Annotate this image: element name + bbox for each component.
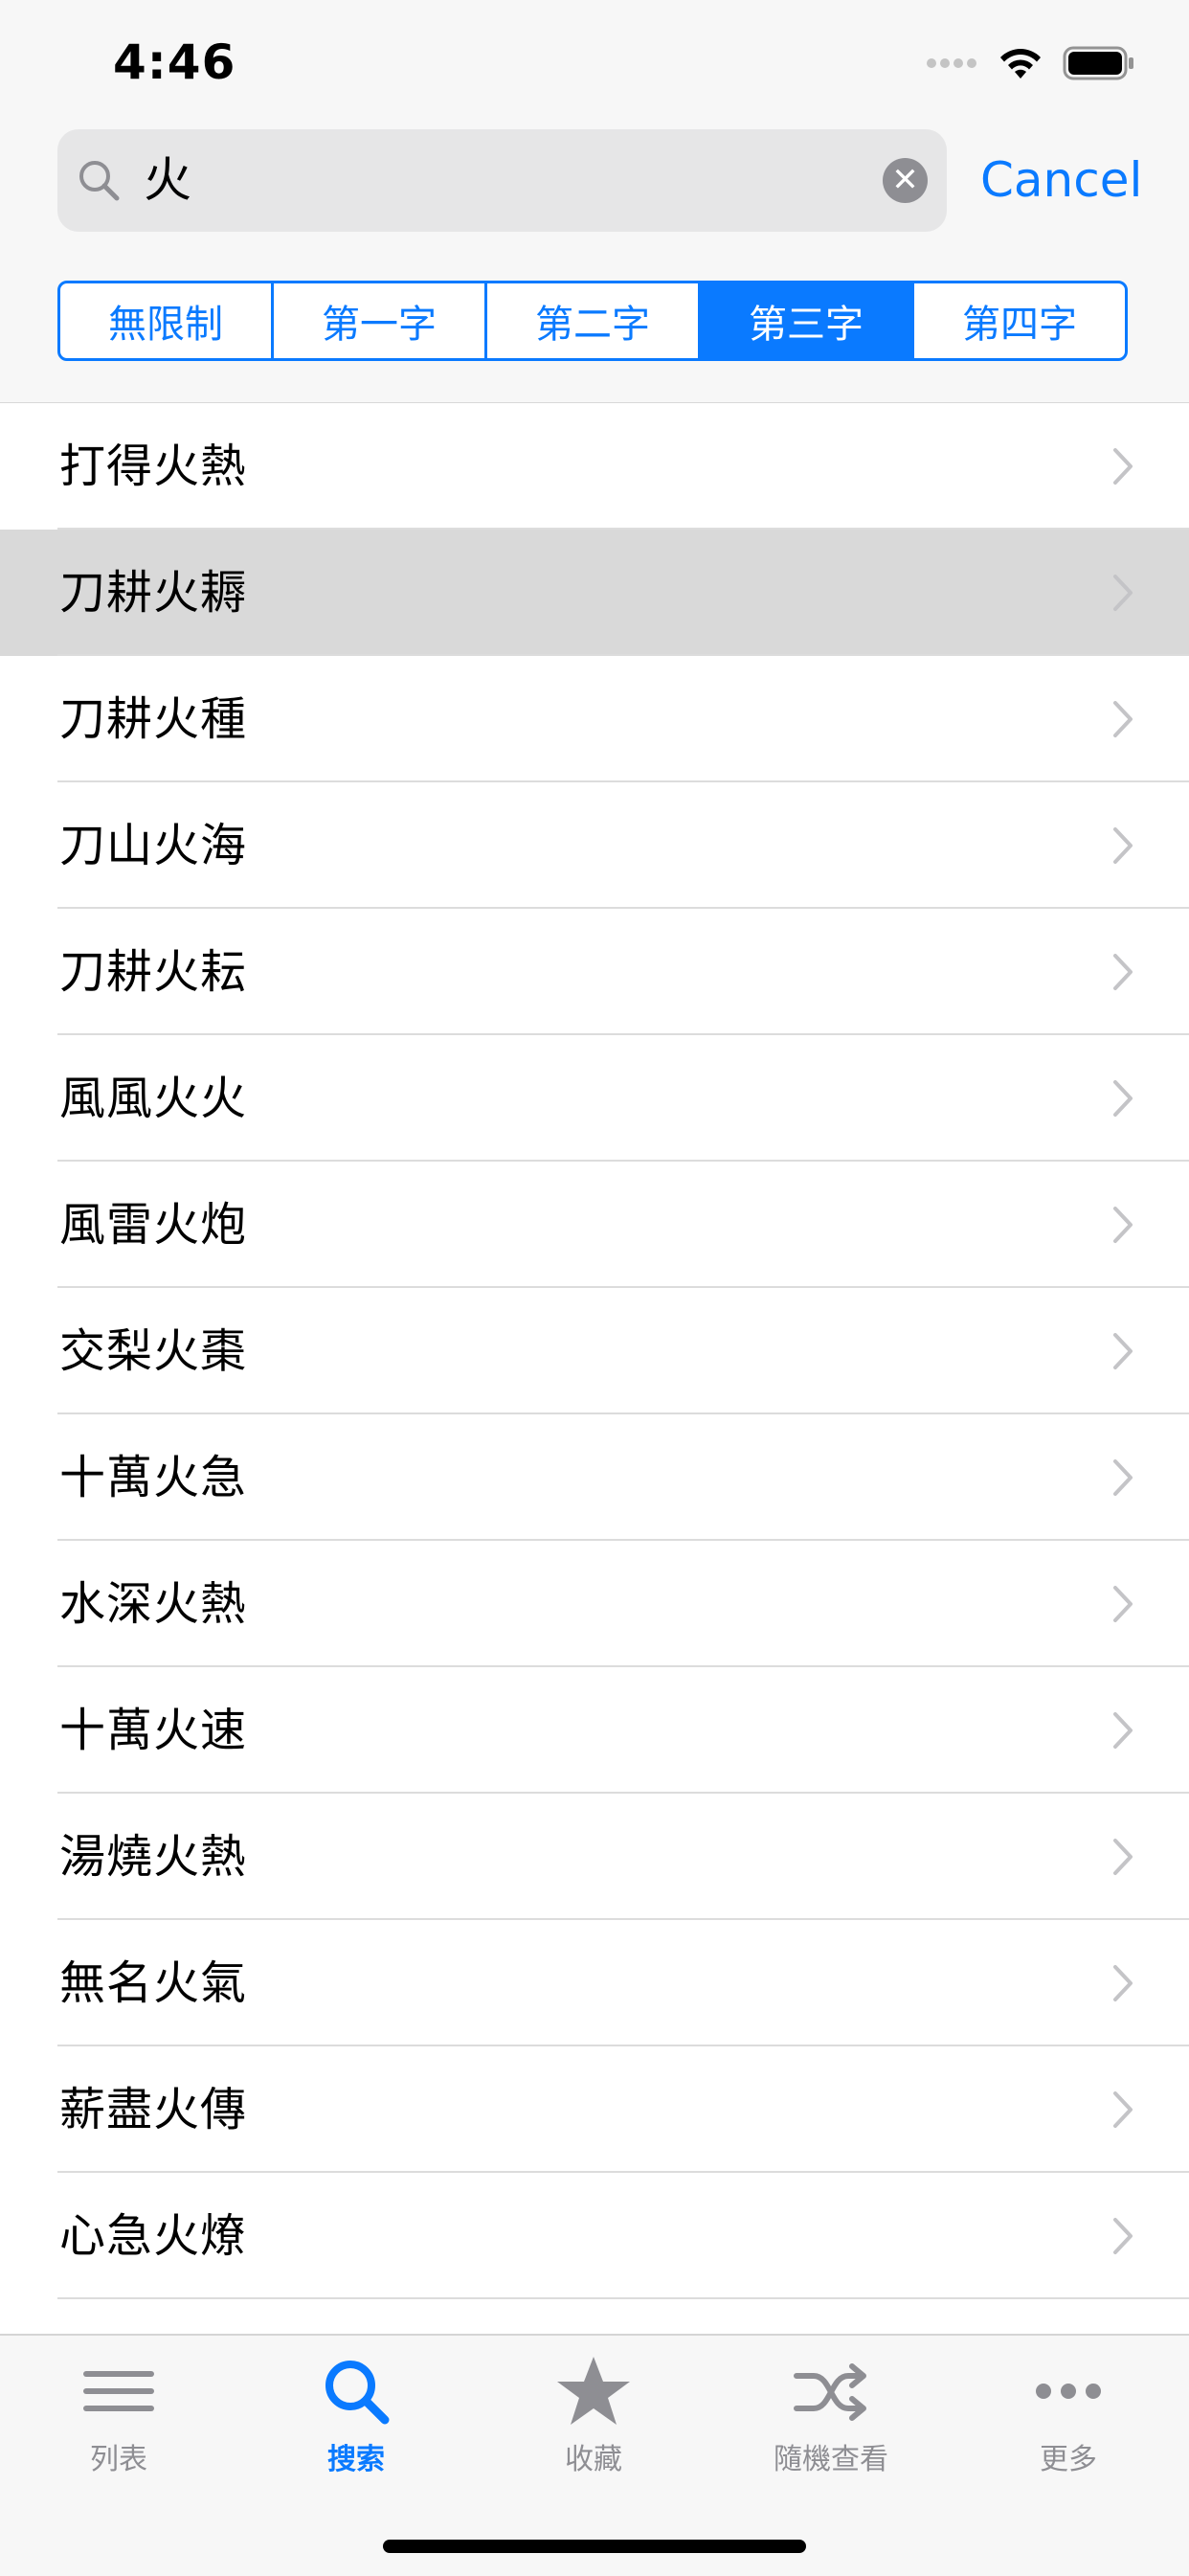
tab-label: 隨機查看 — [774, 2443, 888, 2476]
tab-bar: 列表 搜索 收藏 隨機查看 更多 — [0, 2334, 1189, 2576]
chevron-right-icon — [1113, 1839, 1133, 1875]
tab-favorites[interactable]: 收藏 — [475, 2353, 712, 2497]
search-icon — [325, 2361, 390, 2425]
list-item[interactable]: 水深火熱 — [0, 1541, 1189, 1667]
list-item[interactable]: 薪盡火傳 — [0, 2046, 1189, 2173]
list-item-label: 刀耕火耘 — [59, 945, 248, 999]
more-icon — [1036, 2384, 1101, 2399]
chevron-right-icon — [1113, 2091, 1133, 2128]
results-list: 打得火熱 刀耕火耨 刀耕火種 刀山火海 刀耕火耘 風風火火 風雷火炮 交梨火棗 … — [0, 403, 1189, 2299]
list-item[interactable]: 交梨火棗 — [0, 1288, 1189, 1414]
list-item[interactable]: 風風火火 — [0, 1035, 1189, 1162]
list-icon — [83, 2371, 154, 2411]
list-item-label: 刀耕火種 — [59, 692, 248, 746]
status-time: 4:46 — [113, 34, 236, 90]
list-item[interactable]: 打得火熱 — [0, 403, 1189, 530]
list-item-label: 風風火火 — [59, 1072, 248, 1125]
list-item-label: 水深火熱 — [59, 1577, 248, 1631]
chevron-right-icon — [1113, 448, 1133, 485]
list-item-label: 交梨火棗 — [59, 1324, 248, 1378]
chevron-right-icon — [1113, 1080, 1133, 1117]
star-icon — [557, 2357, 630, 2425]
list-item-label: 湯燒火熱 — [59, 1830, 248, 1884]
chevron-right-icon — [1113, 575, 1133, 611]
status-icons — [927, 42, 1135, 84]
shuffle-icon — [794, 2363, 866, 2421]
list-item-label: 無名火氣 — [59, 1956, 248, 2010]
list-item[interactable]: 刀耕火種 — [0, 656, 1189, 782]
chevron-right-icon — [1113, 1712, 1133, 1749]
segment-fourth-char[interactable]: 第四字 — [914, 283, 1125, 358]
list-item[interactable]: 風雷火炮 — [0, 1162, 1189, 1288]
chevron-right-icon — [1113, 1586, 1133, 1622]
segment-third-char[interactable]: 第三字 — [701, 283, 914, 358]
search-field[interactable]: 火 ✕ — [57, 129, 947, 232]
cancel-button[interactable]: Cancel — [980, 149, 1142, 211]
chevron-right-icon — [1113, 2218, 1133, 2254]
header: 4:46 火 ✕ Cancel 無限制 第一字 第二字 第三字 第四字 — [0, 0, 1189, 404]
list-item[interactable]: 刀耕火耘 — [0, 909, 1189, 1035]
tab-label: 列表 — [90, 2443, 147, 2476]
list-item-label: 十萬火速 — [59, 1704, 248, 1757]
list-item-label: 刀耕火耨 — [59, 566, 248, 620]
list-item[interactable]: 十萬火急 — [0, 1414, 1189, 1541]
list-item[interactable]: 湯燒火熱 — [0, 1794, 1189, 1920]
home-indicator — [383, 2540, 806, 2553]
search-input[interactable]: 火 — [144, 147, 191, 214]
tab-label: 收藏 — [565, 2443, 622, 2476]
list-item[interactable]: 刀山火海 — [0, 782, 1189, 909]
list-item[interactable]: 十萬火速 — [0, 1667, 1189, 1794]
chevron-right-icon — [1113, 954, 1133, 990]
clear-search-button[interactable]: ✕ — [883, 158, 928, 203]
segment-first-char[interactable]: 第一字 — [274, 283, 487, 358]
tab-label: 更多 — [1040, 2443, 1097, 2476]
segment-second-char[interactable]: 第二字 — [487, 283, 701, 358]
tab-search[interactable]: 搜索 — [237, 2353, 475, 2497]
list-item[interactable]: 無名火氣 — [0, 1920, 1189, 2046]
chevron-right-icon — [1113, 701, 1133, 737]
list-item-label: 十萬火急 — [59, 1451, 248, 1504]
list-item-label: 風雷火炮 — [59, 1198, 248, 1252]
chevron-right-icon — [1113, 1207, 1133, 1243]
scope-segmented-control[interactable]: 無限制 第一字 第二字 第三字 第四字 — [57, 281, 1128, 361]
list-item[interactable]: 刀耕火耨 — [0, 530, 1189, 656]
tab-more[interactable]: 更多 — [950, 2353, 1187, 2497]
tab-label: 搜索 — [327, 2443, 385, 2476]
list-item-label: 刀山火海 — [59, 819, 248, 872]
tab-random[interactable]: 隨機查看 — [712, 2353, 950, 2497]
chevron-right-icon — [1113, 1965, 1133, 2001]
tab-list[interactable]: 列表 — [0, 2353, 237, 2497]
segment-unrestricted[interactable]: 無限制 — [60, 283, 274, 358]
list-item-label: 打得火熱 — [59, 440, 248, 493]
battery-icon — [1063, 46, 1133, 80]
chevron-right-icon — [1113, 827, 1133, 864]
chevron-right-icon — [1113, 1333, 1133, 1369]
wifi-icon — [1000, 49, 1041, 79]
signal-icon — [927, 58, 976, 68]
list-item[interactable]: 心急火燎 — [0, 2173, 1189, 2299]
list-item-label: 薪盡火傳 — [59, 2083, 248, 2136]
chevron-right-icon — [1113, 1459, 1133, 1496]
list-item-label: 心急火燎 — [59, 2209, 248, 2263]
search-icon — [79, 161, 120, 201]
